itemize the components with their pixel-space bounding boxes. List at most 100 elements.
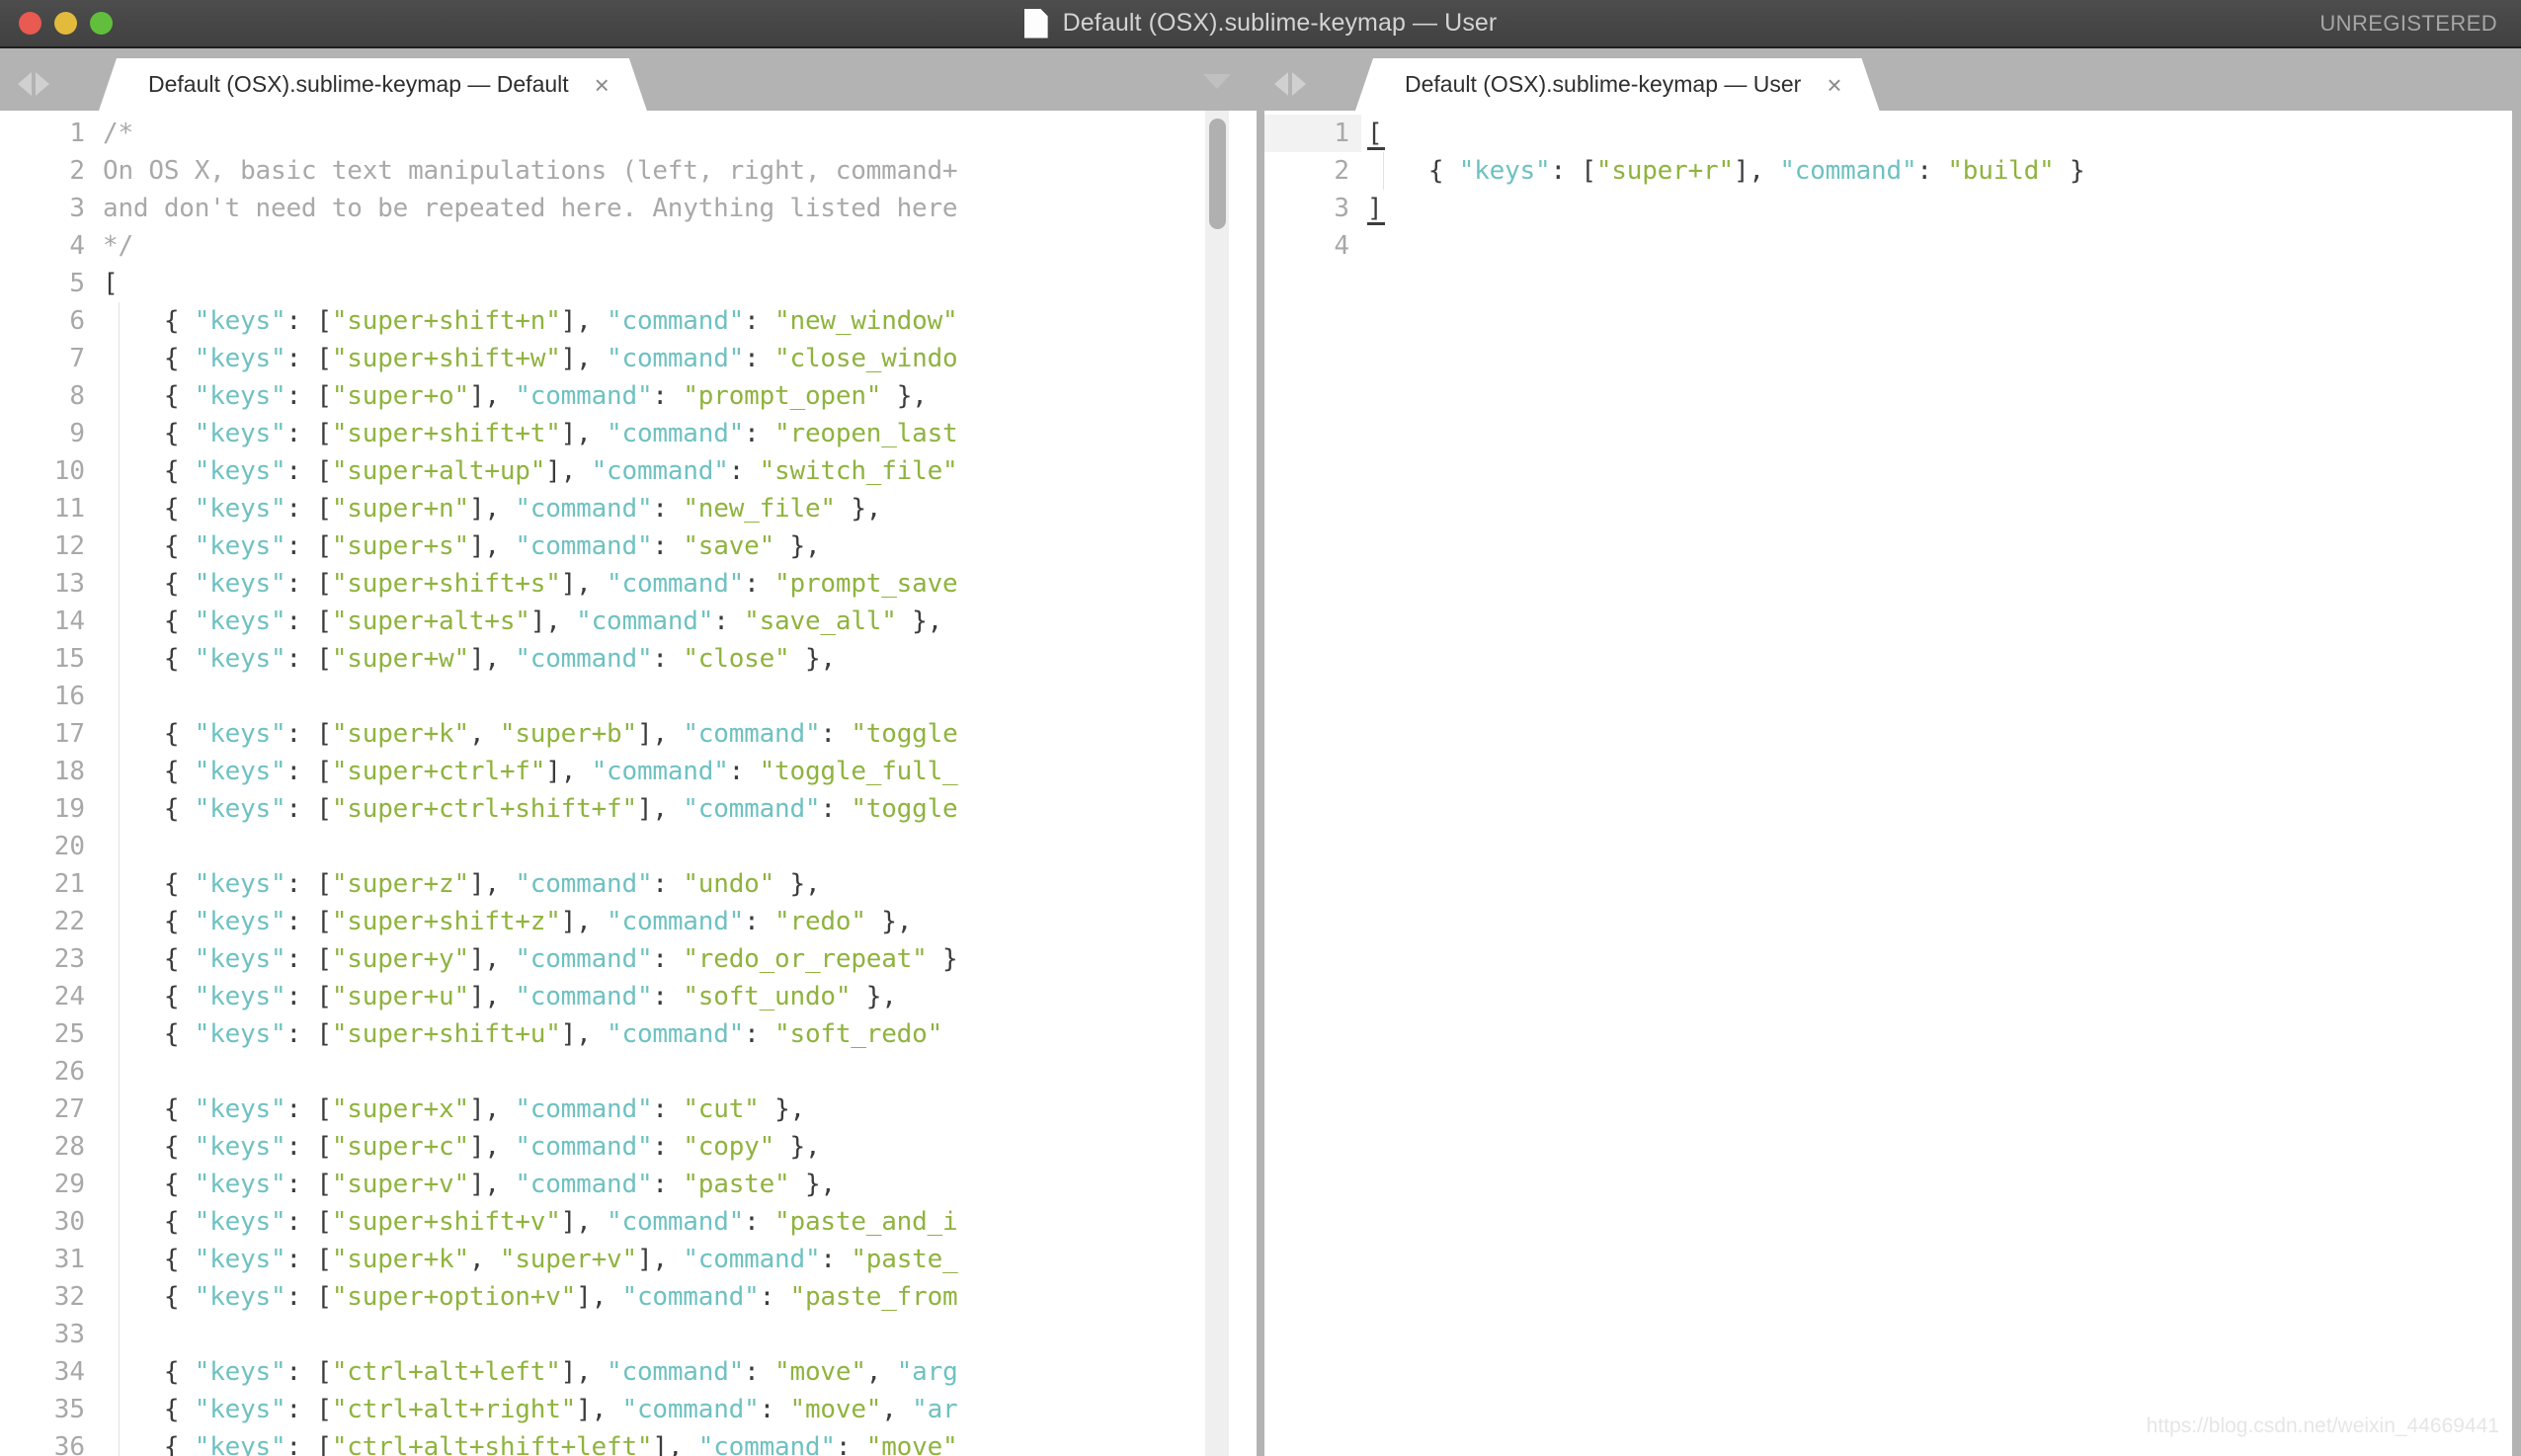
code-token: :	[744, 419, 775, 448]
code-line[interactable]: { "keys": ["ctrl+alt+shift+left"], "comm…	[103, 1428, 958, 1456]
code-line[interactable]: /*	[103, 115, 133, 152]
code-token: : [	[285, 1207, 332, 1237]
code-token: {	[103, 869, 195, 899]
code-token: "command"	[515, 494, 653, 524]
arrow-left-icon[interactable]	[18, 72, 32, 96]
line-number: 15	[53, 644, 85, 674]
line-number: 14	[53, 607, 85, 636]
code-line[interactable]: [	[103, 265, 119, 302]
scrollbar-thumb[interactable]	[1209, 119, 1226, 229]
code-line[interactable]: { "keys": ["super+w"], "command": "close…	[103, 640, 836, 678]
close-window-button[interactable]	[19, 12, 41, 35]
code-line[interactable]: { "keys": ["super+ctrl+f"], "command": "…	[103, 753, 958, 790]
code-line[interactable]: { "keys": ["super+shift+z"], "command": …	[103, 903, 913, 940]
code-token: "keys"	[194, 869, 286, 899]
code-token: "soft_redo"	[774, 1019, 943, 1049]
code-line[interactable]: { "keys": ["super+x"], "command": "cut" …	[103, 1091, 805, 1128]
code-token: "reopen_last	[774, 419, 958, 448]
tab-label: Default (OSX).sublime-keymap — Default	[148, 71, 569, 97]
code-token: : [	[285, 1432, 332, 1456]
code-line[interactable]: On OS X, basic text manipulations (left,…	[103, 152, 958, 190]
pane-divider[interactable]	[1257, 111, 1264, 1456]
code-line[interactable]: { "keys": ["super+n"], "command": "new_f…	[103, 490, 882, 527]
chevron-down-icon[interactable]	[1203, 74, 1231, 89]
code-line[interactable]: { "keys": ["ctrl+alt+left"], "command": …	[103, 1353, 958, 1391]
license-status-badge[interactable]: UNREGISTERED	[2319, 0, 2497, 46]
code-token: :	[652, 644, 684, 674]
right-editor-pane[interactable]: 1 2 3 4 [ { "keys": ["super+r"], "command":…	[1264, 111, 2521, 1456]
left-editor-pane[interactable]: 1 2 3 4 5 6 7 8 9 10 11 12 13 14 15 16 17 18 19 20 21 22 23 24 2…	[0, 111, 1257, 1456]
code-line[interactable]: { "keys": ["super+alt+up"], "command": "…	[103, 452, 958, 490]
right-code-area[interactable]: [ { "keys": ["super+r"], "command": "bui…	[1367, 111, 2521, 1456]
code-token: "keys"	[194, 1357, 286, 1387]
code-token: "command"	[621, 1395, 760, 1424]
line-number: 35	[53, 1395, 85, 1424]
code-token: "command"	[607, 1207, 745, 1237]
code-token: "paste"	[683, 1170, 790, 1199]
minimize-window-button[interactable]	[54, 12, 77, 35]
line-number: 23	[53, 944, 85, 974]
code-token: :	[759, 1282, 790, 1312]
code-line[interactable]: { "keys": ["super+o"], "command": "promp…	[103, 377, 928, 415]
code-token: : [	[285, 306, 332, 336]
code-line[interactable]: { "keys": ["super+shift+t"], "command": …	[103, 415, 958, 452]
maximize-window-button[interactable]	[90, 12, 113, 35]
line-number: 29	[53, 1170, 85, 1199]
code-token: and don't need to be repeated here. Anyt…	[103, 194, 958, 223]
code-line[interactable]: { "keys": ["super+v"], "command": "paste…	[103, 1166, 836, 1203]
code-line[interactable]: { "keys": ["super+option+v"], "command":…	[103, 1278, 958, 1316]
watermark: https://blog.csdn.net/weixin_44669441	[2146, 1415, 2499, 1437]
close-icon[interactable]: ×	[1827, 72, 1841, 98]
tab-default-osx-sublime-keymap-user[interactable]: Default (OSX).sublime-keymap — User ×	[1355, 58, 1880, 111]
close-icon[interactable]: ×	[595, 72, 610, 98]
code-token: },	[789, 1170, 836, 1199]
code-line[interactable]: { "keys": ["super+shift+u"], "command": …	[103, 1015, 942, 1053]
code-token: "super+shift+s"	[331, 569, 561, 599]
arrow-right-icon[interactable]	[1292, 72, 1306, 96]
line-number: 8	[69, 381, 85, 411]
code-line[interactable]: */	[103, 227, 133, 265]
code-line[interactable]: { "keys": ["super+shift+n"], "command": …	[103, 302, 958, 340]
code-token: ],	[560, 1019, 608, 1049]
code-token: },	[774, 1132, 821, 1162]
code-line[interactable]: and don't need to be repeated here. Anyt…	[103, 190, 958, 227]
code-token: "keys"	[194, 719, 286, 749]
code-token: },	[835, 494, 882, 524]
code-line[interactable]: { "keys": ["ctrl+alt+right"], "command":…	[103, 1391, 958, 1428]
code-line[interactable]: { "keys": ["super+u"], "command": "soft_…	[103, 978, 897, 1015]
left-code-area[interactable]: /* On OS X, basic text manipulations (lef…	[103, 111, 1257, 1456]
code-line[interactable]: { "keys": ["super+r"], "command": "build…	[1367, 152, 2085, 190]
line-number: 22	[53, 907, 85, 936]
code-token: {	[103, 944, 195, 974]
code-token: {	[103, 531, 195, 561]
code-line[interactable]: { "keys": ["super+s"], "command": "save"…	[103, 527, 821, 565]
code-token: : [	[285, 982, 332, 1011]
code-token: ],	[468, 494, 516, 524]
code-line[interactable]: { "keys": ["super+k", "super+b"], "comma…	[103, 715, 958, 753]
code-token: {	[103, 757, 195, 786]
line-number: 2	[69, 156, 85, 186]
code-line[interactable]: { "keys": ["super+shift+w"], "command": …	[103, 340, 958, 377]
left-pane-nav-arrows[interactable]	[18, 72, 49, 96]
arrow-right-icon[interactable]	[36, 72, 49, 96]
code-token: {	[103, 456, 195, 486]
code-token: "ctrl+alt+shift+left"	[331, 1432, 653, 1456]
arrow-left-icon[interactable]	[1274, 72, 1288, 96]
code-line[interactable]: { "keys": ["super+z"], "command": "undo"…	[103, 865, 821, 903]
tab-default-osx-sublime-keymap-default[interactable]: Default (OSX).sublime-keymap — Default ×	[99, 58, 647, 111]
code-token: "command"	[515, 982, 653, 1011]
right-pane-nav-arrows[interactable]	[1274, 72, 1306, 96]
window-title: Default (OSX).sublime-keymap — User	[1062, 9, 1498, 37]
code-line[interactable]: { "keys": ["super+k", "super+v"], "comma…	[103, 1241, 958, 1278]
code-line[interactable]: { "keys": ["super+alt+s"], "command": "s…	[103, 603, 942, 640]
code-line[interactable]: { "keys": ["super+ctrl+shift+f"], "comma…	[103, 790, 958, 828]
code-line[interactable]: { "keys": ["super+shift+v"], "command": …	[103, 1203, 958, 1241]
code-token: :	[744, 306, 775, 336]
code-line[interactable]: { "keys": ["super+shift+s"], "command": …	[103, 565, 958, 603]
code-line[interactable]: { "keys": ["super+y"], "command": "redo_…	[103, 940, 958, 978]
code-token: "super+k"	[331, 719, 469, 749]
line-number: 25	[53, 1019, 85, 1049]
left-vertical-scrollbar[interactable]	[1205, 111, 1229, 1456]
code-line[interactable]: { "keys": ["super+c"], "command": "copy"…	[103, 1128, 821, 1166]
code-token: },	[851, 982, 897, 1011]
